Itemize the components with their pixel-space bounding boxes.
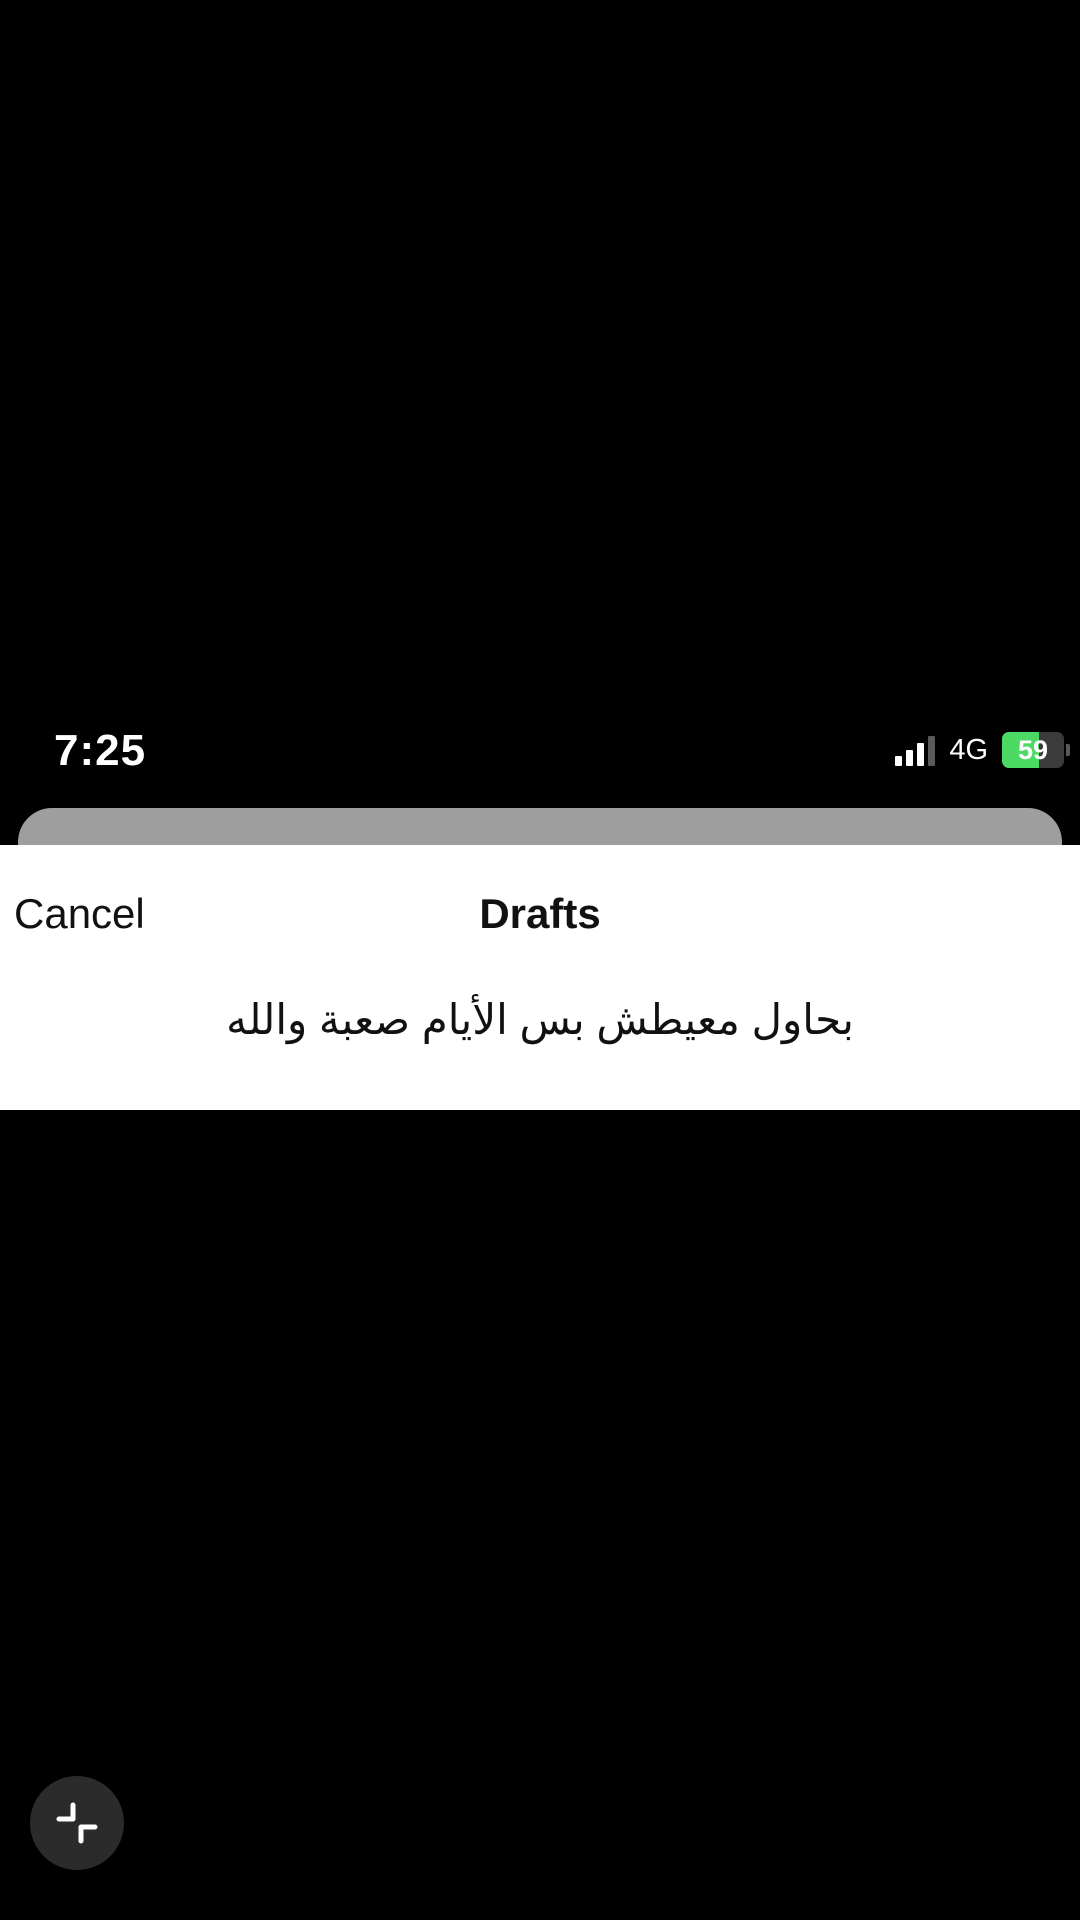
battery-icon: 59: [1002, 731, 1070, 769]
minimize-arrows-icon: [56, 1802, 98, 1844]
battery-cap: [1066, 744, 1070, 756]
battery-body: 59: [1002, 732, 1064, 768]
screen: 7:25 4G 59 Cancel Drafts بحاول معيطش بس …: [0, 0, 1080, 1920]
battery-level: 59: [1017, 735, 1049, 765]
signal-bar: [895, 756, 903, 766]
drafts-sheet: Cancel Drafts بحاول معيطش بس الأيام صعبة…: [0, 845, 1080, 1110]
status-time: 7:25: [54, 726, 147, 775]
sheet-title: Drafts: [479, 890, 601, 937]
signal-bar: [906, 750, 914, 766]
network-type: 4G: [949, 733, 988, 766]
draft-item[interactable]: بحاول معيطش بس الأيام صعبة والله: [0, 995, 1080, 1044]
cellular-signal-icon: [895, 734, 936, 766]
status-bar: 7:25 4G 59: [0, 720, 1080, 784]
signal-bar: [928, 736, 936, 766]
signal-bar: [917, 743, 925, 766]
minimize-button[interactable]: [30, 1776, 124, 1870]
status-indicators: 4G 59: [895, 728, 1070, 772]
